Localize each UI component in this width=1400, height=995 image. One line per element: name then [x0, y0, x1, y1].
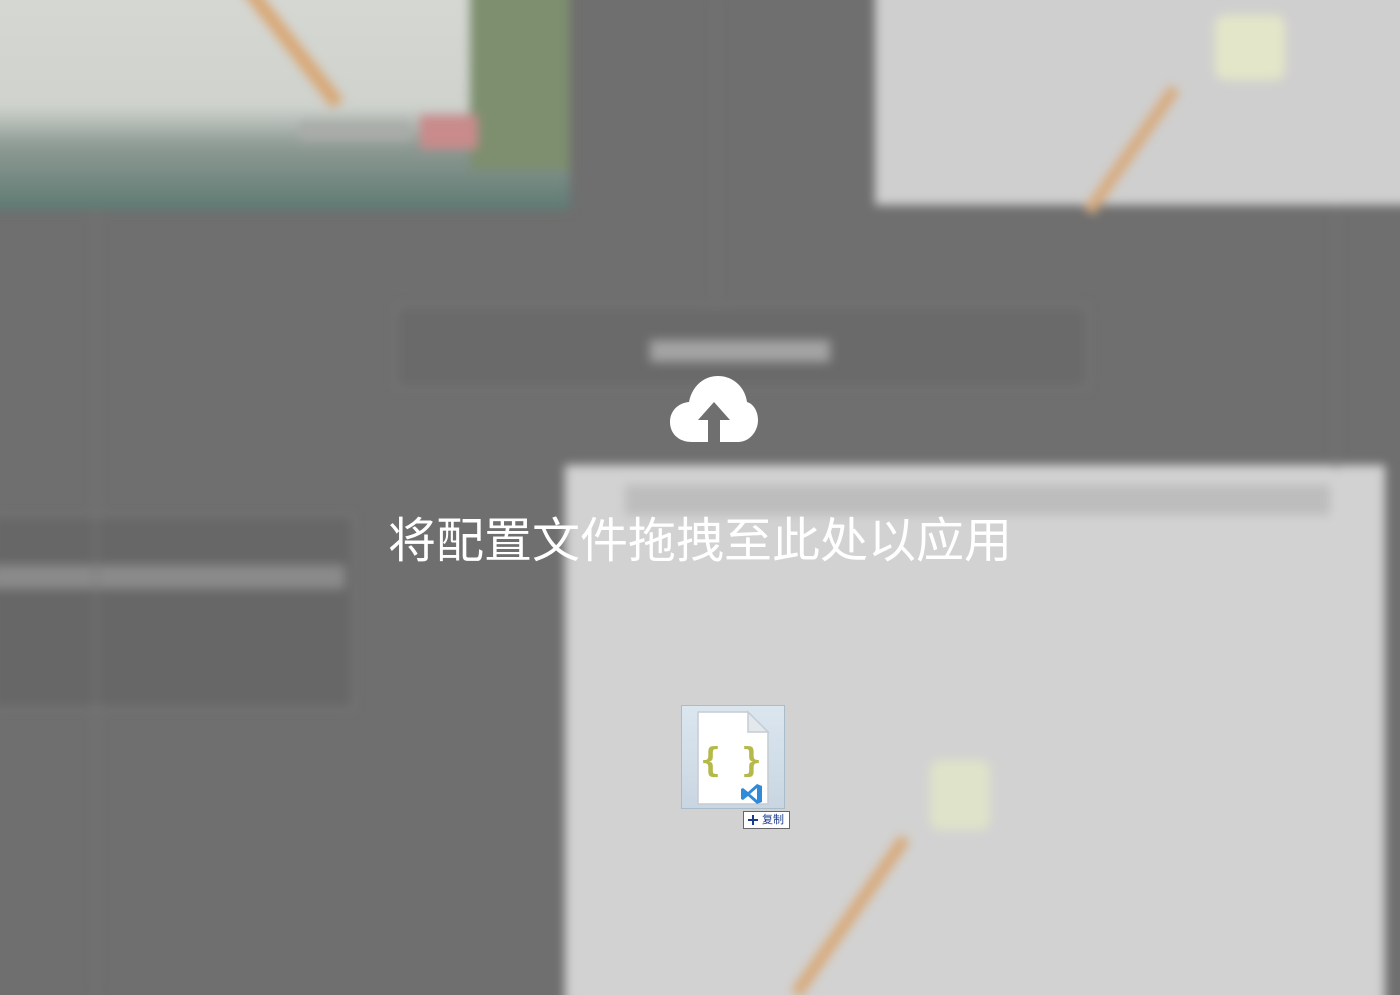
- copy-label: 复制: [762, 813, 784, 826]
- background-divider: [95, 210, 97, 995]
- background-window: [300, 120, 410, 142]
- background-window: [1215, 15, 1285, 80]
- cloud-upload-icon: [670, 376, 758, 442]
- plus-icon: [747, 814, 759, 826]
- background-divider: [1335, 210, 1337, 470]
- background-window: [420, 115, 478, 149]
- drop-zone-overlay[interactable]: 将配置文件拖拽至此处以应用 { } 复制: [0, 0, 1400, 995]
- drop-instruction-text: 将配置文件拖拽至此处以应用: [387, 513, 1012, 569]
- json-braces-glyph: { }: [700, 741, 761, 781]
- json-file-icon: { }: [697, 710, 770, 805]
- background-window: [470, 0, 570, 170]
- dragged-file[interactable]: { }: [681, 705, 785, 809]
- background-panel: [650, 340, 830, 362]
- background-divider: [715, 0, 717, 300]
- copy-drop-badge: 复制: [743, 811, 790, 829]
- blurred-background: [0, 0, 1400, 995]
- background-window: [875, 0, 1400, 205]
- background-window: [930, 760, 990, 830]
